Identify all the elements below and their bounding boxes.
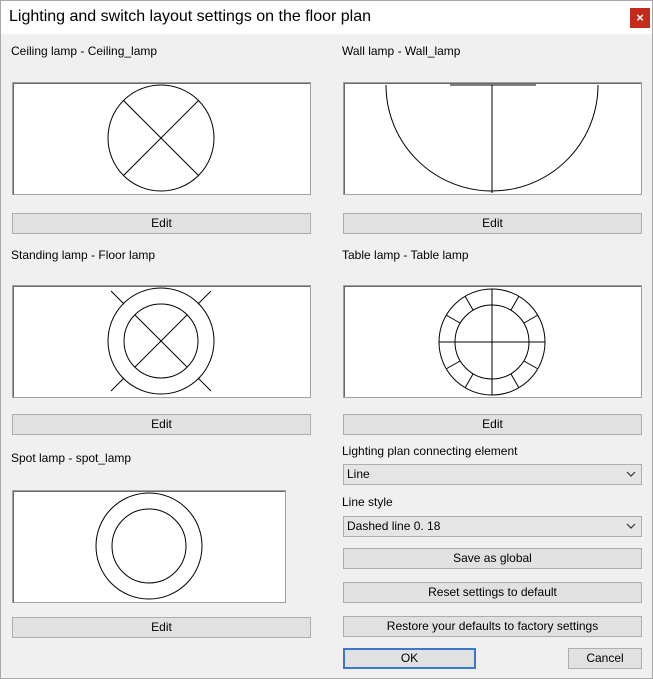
- table-lamp-label: Table lamp - Table lamp: [342, 248, 469, 262]
- ok-button[interactable]: OK: [343, 648, 476, 669]
- spot-lamp-preview: [12, 490, 286, 603]
- ceiling-lamp-symbol: [107, 84, 215, 192]
- ceiling-lamp-preview: [12, 82, 311, 195]
- settings-dialog: Lighting and switch layout settings on t…: [0, 0, 653, 679]
- ceiling-lamp-label: Ceiling lamp - Ceiling_lamp: [11, 44, 158, 58]
- close-button[interactable]: ×: [630, 8, 650, 28]
- standing-lamp-symbol: [107, 287, 215, 395]
- connecting-element-value: Line: [347, 467, 370, 481]
- standing-lamp-edit-button[interactable]: Edit: [12, 414, 311, 435]
- table-lamp-preview: [343, 285, 642, 398]
- line-style-label: Line style: [342, 495, 393, 509]
- line-style-value: Dashed line 0. 18: [347, 519, 441, 533]
- chevron-down-icon: [626, 471, 636, 477]
- spot-lamp-edit-button[interactable]: Edit: [12, 617, 311, 638]
- connecting-element-select[interactable]: Line: [343, 464, 642, 485]
- dialog-title: Lighting and switch layout settings on t…: [9, 8, 372, 25]
- restore-factory-button[interactable]: Restore your defaults to factory setting…: [343, 616, 642, 637]
- table-lamp-symbol: [438, 288, 546, 396]
- wall-lamp-symbol: [385, 84, 599, 193]
- wall-lamp-label: Wall lamp - Wall_lamp: [342, 44, 461, 58]
- table-lamp-edit-button[interactable]: Edit: [343, 414, 642, 435]
- save-as-global-button[interactable]: Save as global: [343, 548, 642, 569]
- line-style-select[interactable]: Dashed line 0. 18: [343, 516, 642, 537]
- standing-lamp-preview: [12, 285, 311, 398]
- wall-lamp-preview: [343, 82, 642, 195]
- reset-to-default-button[interactable]: Reset settings to default: [343, 582, 642, 603]
- spot-lamp-label: Spot lamp - spot_lamp: [11, 451, 132, 465]
- ceiling-lamp-edit-button[interactable]: Edit: [12, 213, 311, 234]
- close-icon: ×: [636, 10, 644, 25]
- chevron-down-icon: [626, 523, 636, 529]
- wall-lamp-edit-button[interactable]: Edit: [343, 213, 642, 234]
- cancel-button[interactable]: Cancel: [568, 648, 642, 669]
- connecting-element-label: Lighting plan connecting element: [342, 444, 518, 458]
- spot-lamp-symbol: [95, 492, 203, 600]
- standing-lamp-label: Standing lamp - Floor lamp: [11, 248, 156, 262]
- title-bar: Lighting and switch layout settings on t…: [1, 1, 652, 34]
